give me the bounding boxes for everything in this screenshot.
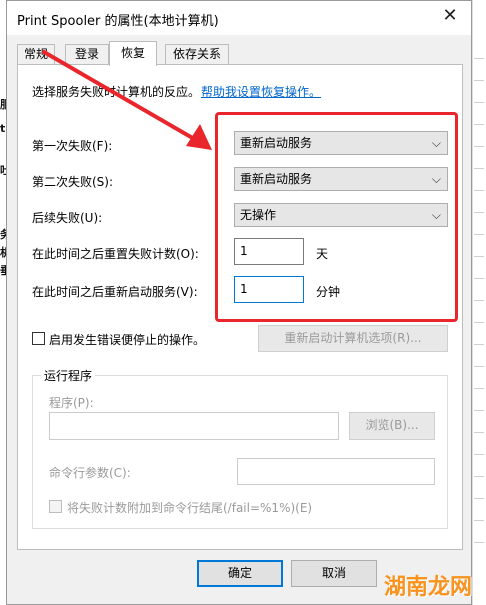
reset-count-input[interactable]: 1 [234, 238, 304, 265]
first-failure-value: 重新启动服务 [240, 136, 313, 150]
append-fail-count-label: 将失败计数附加到命令行结尾(/fail=%1%)(E) [67, 501, 313, 515]
second-failure-value: 重新启动服务 [240, 172, 313, 186]
tab-general[interactable]: 常规 [17, 44, 55, 65]
restart-service-label: 在此时间之后重新启动服务(V): [32, 285, 198, 299]
ok-button[interactable]: 确定 [197, 560, 283, 587]
tab-recovery[interactable]: 恢复 [109, 41, 157, 66]
first-failure-label: 第一次失败(F): [32, 139, 113, 153]
restart-service-input[interactable]: 1 [234, 276, 304, 303]
cmdline-input[interactable] [237, 458, 435, 485]
browse-button[interactable]: 浏览(B)... [349, 412, 435, 440]
chevron-down-icon: ⌵ [431, 172, 441, 186]
tab-dependencies[interactable]: 依存关系 [165, 44, 229, 65]
enable-actions-label: 启用发生错误便停止的操作。 [49, 333, 206, 347]
properties-dialog: Print Spooler 的属性(本地计算机) ✕ 常规 登录 恢复 依存关系… [6, 0, 472, 605]
window-title: Print Spooler 的属性(本地计算机) [17, 14, 219, 29]
second-failure-label: 第二次失败(S): [32, 175, 114, 189]
cancel-button[interactable]: 取消 [291, 560, 377, 587]
subsequent-failures-value: 无操作 [240, 208, 277, 222]
run-program-title: 运行程序 [41, 367, 96, 384]
reset-count-unit: 天 [316, 247, 329, 261]
subsequent-failures-label: 后续失败(U): [32, 211, 103, 225]
run-program-group: 运行程序 程序(P): 浏览(B)... 命令行参数(C): 将失败计数附加到命… [32, 367, 448, 529]
enable-actions-checkbox[interactable] [32, 332, 45, 345]
program-label: 程序(P): [49, 396, 94, 410]
close-icon[interactable]: ✕ [431, 1, 469, 33]
recovery-panel: 选择服务失败时计算机的反应。 帮助我设置恢复操作。 第一次失败(F): 重新启动… [17, 64, 463, 550]
chevron-down-icon: ⌵ [431, 208, 441, 222]
second-failure-select[interactable]: 重新启动服务 ⌵ [234, 167, 448, 191]
title-bar[interactable]: Print Spooler 的属性(本地计算机) ✕ [7, 1, 471, 35]
program-input[interactable] [49, 412, 339, 440]
first-failure-select[interactable]: 重新启动服务 ⌵ [234, 131, 448, 155]
restart-computer-options-button[interactable]: 重新启动计算机选项(R)... [258, 325, 448, 352]
tab-logon[interactable]: 登录 [65, 44, 109, 65]
background-window-right [472, 0, 486, 605]
chevron-down-icon: ⌵ [431, 136, 441, 150]
intro-text: 选择服务失败时计算机的反应。 [32, 85, 201, 99]
subsequent-failures-select[interactable]: 无操作 ⌵ [234, 203, 448, 227]
help-link[interactable]: 帮助我设置恢复操作。 [201, 83, 321, 100]
reset-count-label: 在此时间之后重置失败计数(O): [32, 247, 199, 261]
restart-service-unit: 分钟 [316, 285, 341, 299]
append-fail-count-checkbox[interactable] [49, 500, 62, 513]
cmdline-label: 命令行参数(C): [49, 466, 131, 480]
